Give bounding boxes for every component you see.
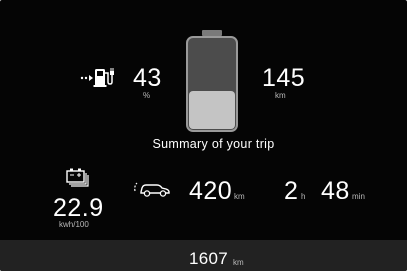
- odometer-bar: 1607 km: [0, 240, 407, 271]
- battery-terminal: [202, 30, 222, 36]
- trip-distance-value: 420: [189, 177, 233, 205]
- ev-charging-station-icon: [80, 68, 114, 87]
- trip-distance-unit: km: [234, 192, 245, 201]
- cluster-screen: 43 % 145 km Summary of your trip 22.9 kw…: [0, 0, 407, 271]
- trip-minutes-value: 48: [321, 177, 350, 205]
- trip-hours-unit: h: [301, 192, 306, 201]
- odometer-unit: km: [233, 258, 244, 267]
- car-trip-icon: [134, 182, 170, 197]
- trip-summary-title: Summary of your trip: [152, 137, 275, 151]
- battery-pack-icon: [66, 168, 89, 187]
- trip-hours-value: 2: [284, 177, 299, 205]
- trip-minutes-unit: min: [352, 192, 365, 201]
- efficiency-value: 22.9: [53, 194, 104, 222]
- charge-value: 43: [133, 64, 162, 92]
- odometer-value: 1607: [189, 249, 229, 268]
- charge-unit: %: [143, 91, 151, 100]
- range-unit: km: [275, 91, 286, 100]
- efficiency-unit: kwh/100: [59, 220, 89, 229]
- battery-gauge-icon: [186, 30, 238, 132]
- range-value: 145: [262, 64, 306, 92]
- battery-charge-level: [189, 91, 235, 129]
